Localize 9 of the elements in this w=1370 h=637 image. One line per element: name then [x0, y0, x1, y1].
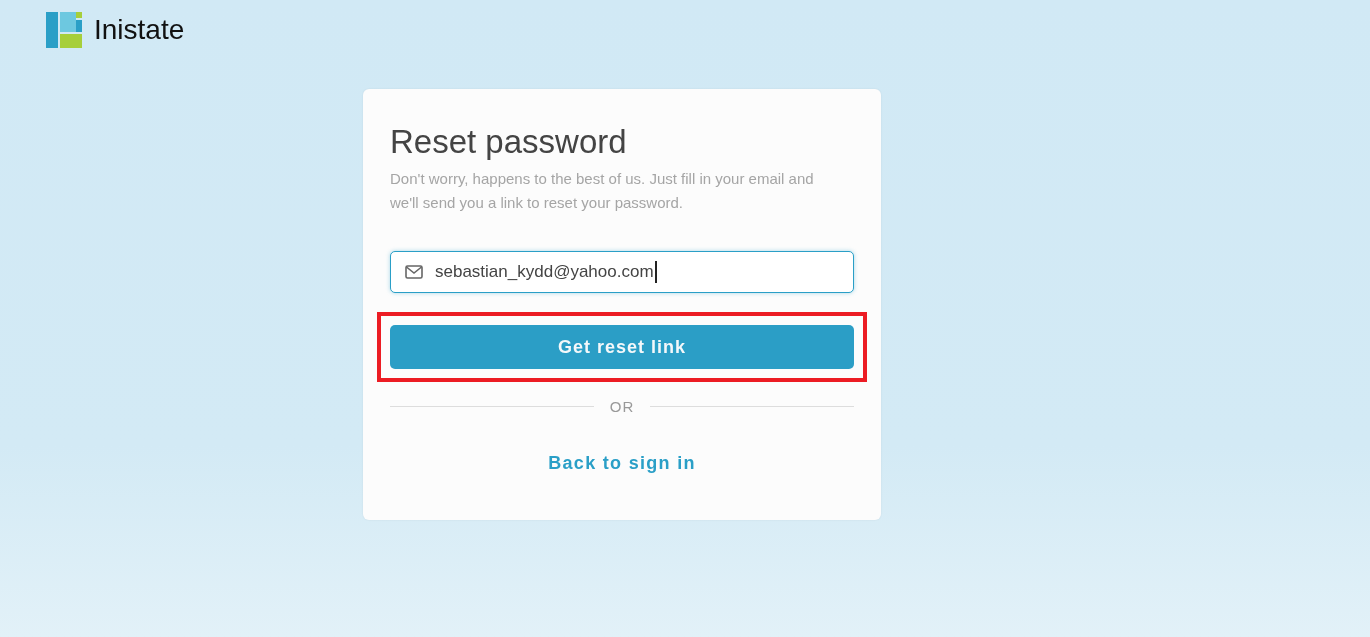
logo-icon [46, 12, 82, 48]
page-title: Reset password [390, 123, 628, 161]
email-field[interactable]: sebastian_kydd@yahoo.com [390, 251, 854, 293]
get-reset-link-button[interactable]: Get reset link [390, 325, 854, 369]
or-divider-text: OR [609, 398, 635, 415]
instructions-text: Don't worry, happens to the best of us. Just fill in your email and we'll send you a link to reset your password. [390, 169, 815, 213]
brand-name: Inistate [94, 14, 185, 46]
envelope-icon [405, 265, 423, 279]
back-to-sign-in-link[interactable]: Back to sign in [548, 453, 696, 473]
